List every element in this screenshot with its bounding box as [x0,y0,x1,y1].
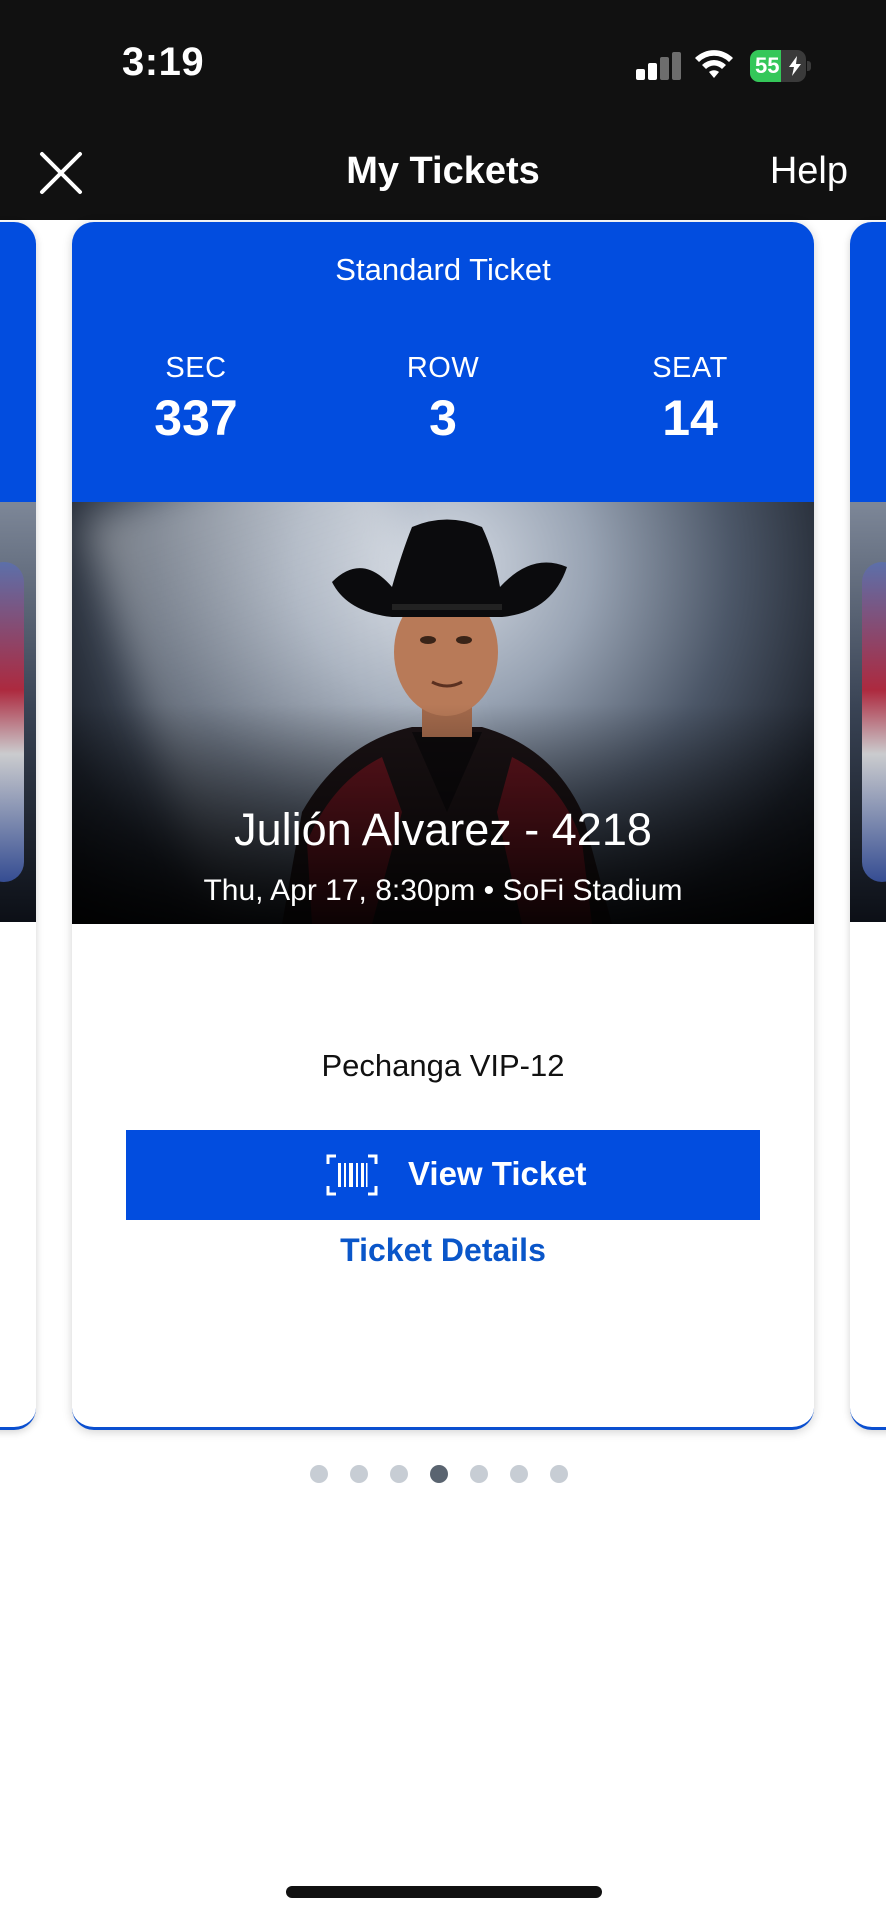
event-image: Julión Alvarez - 4218 Thu, Apr 17, 8:30p… [72,502,814,924]
event-name: Julión Alvarez - 4218 [234,804,652,855]
nav-bar: My Tickets Help [0,130,886,220]
seat-label: SEAT [652,352,728,384]
page-dot[interactable] [310,1465,328,1483]
row-label: ROW [406,352,480,384]
ticket-details-link[interactable]: Ticket Details [72,1232,814,1269]
page-dot[interactable] [470,1465,488,1483]
barcode-scan-icon [326,1154,378,1196]
wifi-icon [695,50,733,78]
sec-value: 337 [154,390,238,446]
page-indicator [310,1465,580,1485]
event-date-venue: Thu, Apr 17, 8:30pm • SoFi Stadium [203,874,683,907]
page-title: My Tickets [346,150,540,192]
home-indicator [286,1886,602,1898]
page-dot[interactable] [510,1465,528,1483]
previous-ticket-card[interactable] [0,222,36,1430]
view-ticket-button[interactable]: View Ticket [126,1130,760,1220]
row-info: ROW 3 [343,352,543,447]
signal-icon [636,52,682,80]
seat-value: 14 [662,390,718,446]
battery-charging-icon: 55 [750,50,812,82]
view-ticket-label: View Ticket [408,1155,587,1192]
section-info: SEC 337 [96,352,296,447]
status-time: 3:19 [122,40,205,84]
ticket-header: Standard Ticket SEC 337 ROW 3 SEAT 14 [72,222,814,502]
ticket-type: Standard Ticket [335,252,551,287]
help-button[interactable]: Help [770,150,848,193]
page-dot[interactable] [350,1465,368,1483]
page-dot[interactable] [430,1465,448,1483]
page-dot[interactable] [550,1465,568,1483]
sec-label: SEC [165,352,227,384]
page-dot[interactable] [390,1465,408,1483]
section-name: Pechanga VIP-12 [321,1048,565,1083]
ticket-card[interactable]: Standard Ticket SEC 337 ROW 3 SEAT 14 Ju… [72,222,814,1430]
status-bar: 3:19 55 [0,0,886,130]
seat-info: SEAT 14 [590,352,790,447]
row-value: 3 [429,390,457,446]
next-ticket-card[interactable] [850,222,886,1430]
